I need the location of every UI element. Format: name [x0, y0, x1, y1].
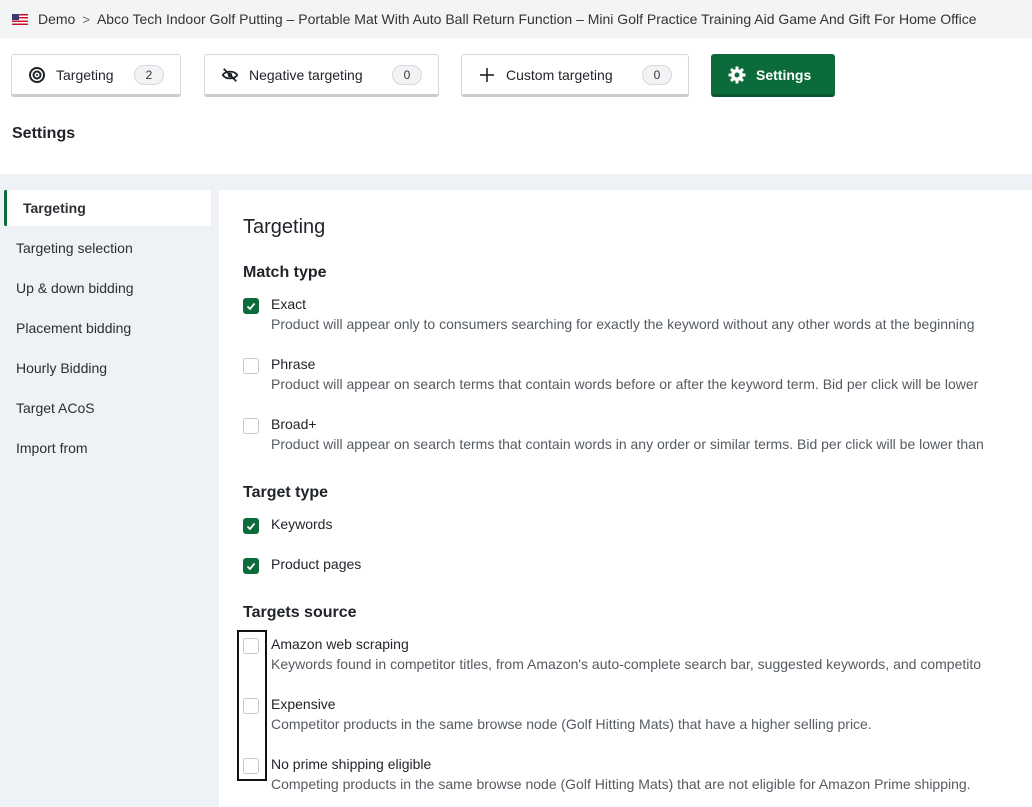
option-description: Product will appear only to consumers se… — [271, 316, 975, 332]
count-badge: 0 — [392, 65, 422, 85]
page-title: Settings — [12, 125, 76, 142]
exact-checkbox[interactable] — [243, 298, 259, 314]
count-badge: 0 — [642, 65, 672, 85]
panel-title: Targeting — [243, 216, 326, 238]
option-description: Competing products in the same browse no… — [271, 776, 971, 792]
option-description: Keywords found in competitor titles, fro… — [271, 656, 982, 672]
sidebar-item-label: Placement bidding — [16, 320, 132, 336]
sidebar-item-targeting[interactable]: Targeting — [4, 190, 211, 226]
breadcrumb-account[interactable]: Demo — [38, 11, 75, 27]
broad-checkbox[interactable] — [243, 418, 259, 434]
check-icon — [246, 522, 256, 531]
sidebar-item-hourly-bidding[interactable]: Hourly Bidding — [0, 350, 219, 386]
sidebar-item-label: Targeting — [23, 200, 86, 216]
tab-negative-targeting[interactable]: Negative targeting 0 — [204, 54, 439, 97]
settings-sidebar: Targeting Targeting selection Up & down … — [0, 190, 219, 470]
count-badge: 2 — [134, 65, 164, 85]
breadcrumb-separator: > — [82, 11, 90, 27]
product-pages-checkbox[interactable] — [243, 558, 259, 574]
option-label: No prime shipping eligible — [271, 756, 432, 772]
sidebar-item-label: Up & down bidding — [16, 280, 134, 296]
sidebar-item-label: Hourly Bidding — [16, 360, 108, 376]
target-type-heading: Target type — [243, 484, 329, 501]
option-description: Competitor products in the same browse n… — [271, 716, 872, 732]
plus-icon — [478, 66, 496, 84]
option-label: Product pages — [271, 556, 362, 572]
breadcrumb-product: Abco Tech Indoor Golf Putting – Portable… — [96, 11, 977, 27]
highlight-box — [237, 630, 267, 781]
breadcrumb: Demo > Abco Tech Indoor Golf Putting – P… — [0, 0, 1032, 38]
option-label: Broad+ — [271, 416, 317, 432]
tab-label: Negative targeting — [249, 66, 363, 83]
tab-label: Custom targeting — [506, 66, 613, 83]
gear-icon — [728, 66, 746, 84]
check-icon — [246, 562, 256, 571]
check-icon — [246, 302, 256, 311]
sidebar-item-target-acos[interactable]: Target ACoS — [0, 390, 219, 426]
sidebar-item-label: Targeting selection — [16, 240, 133, 256]
sidebar-item-placement-bidding[interactable]: Placement bidding — [0, 310, 219, 346]
option-description: Product will appear on search terms that… — [271, 376, 979, 392]
sidebar-item-targeting-selection[interactable]: Targeting selection — [0, 230, 219, 266]
tab-targeting[interactable]: Targeting 2 — [11, 54, 181, 97]
option-label: Keywords — [271, 516, 333, 532]
tab-settings[interactable]: Settings — [711, 54, 835, 97]
us-flag-icon — [12, 13, 28, 25]
option-label: Phrase — [271, 356, 316, 372]
target-icon — [28, 66, 46, 84]
targets-source-heading: Targets source — [243, 604, 357, 621]
sidebar-item-label: Import from — [16, 440, 88, 456]
option-label: Expensive — [271, 696, 336, 712]
sidebar-item-up-down-bidding[interactable]: Up & down bidding — [0, 270, 219, 306]
tab-bar: Targeting 2 Negative targeting 0 Custom … — [0, 38, 1032, 174]
option-description: Product will appear on search terms that… — [271, 436, 984, 452]
sidebar-item-label: Target ACoS — [16, 400, 95, 416]
tab-label: Targeting — [56, 66, 114, 83]
keywords-checkbox[interactable] — [243, 518, 259, 534]
tab-custom-targeting[interactable]: Custom targeting 0 — [461, 54, 689, 97]
eye-slash-icon — [221, 66, 239, 84]
sidebar-item-import-from[interactable]: Import from — [0, 430, 219, 466]
option-label: Exact — [271, 296, 307, 312]
option-label: Amazon web scraping — [271, 636, 409, 652]
phrase-checkbox[interactable] — [243, 358, 259, 374]
settings-panel: Targeting Match type Exact Product will … — [219, 190, 1032, 807]
tab-label: Settings — [756, 66, 812, 83]
match-type-heading: Match type — [243, 264, 327, 281]
